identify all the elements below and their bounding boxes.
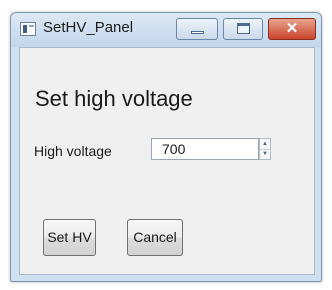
set-hv-button[interactable]: Set HV	[43, 219, 96, 256]
setHV-panel-window: SetHV_Panel ✕ Set high voltage High volt…	[10, 12, 322, 282]
panel-body: Set high voltage High voltage ▲ ▼ Set HV…	[19, 47, 315, 275]
app-window-icon	[20, 22, 36, 36]
high-voltage-label: High voltage	[34, 143, 112, 159]
close-icon: ✕	[285, 20, 299, 37]
panel-heading: Set high voltage	[35, 86, 193, 111]
minimize-icon	[191, 31, 204, 34]
title-bar[interactable]: SetHV_Panel ✕	[11, 13, 321, 47]
cancel-button[interactable]: Cancel	[127, 219, 183, 256]
close-button[interactable]: ✕	[268, 18, 316, 40]
maximize-button[interactable]	[223, 18, 263, 40]
maximize-icon	[237, 23, 250, 34]
spinner-down-icon[interactable]: ▼	[260, 149, 270, 159]
window-title: SetHV_Panel	[43, 19, 134, 36]
minimize-button[interactable]	[176, 18, 218, 40]
high-voltage-input[interactable]	[151, 138, 259, 160]
high-voltage-spinner[interactable]: ▲ ▼	[259, 138, 271, 160]
